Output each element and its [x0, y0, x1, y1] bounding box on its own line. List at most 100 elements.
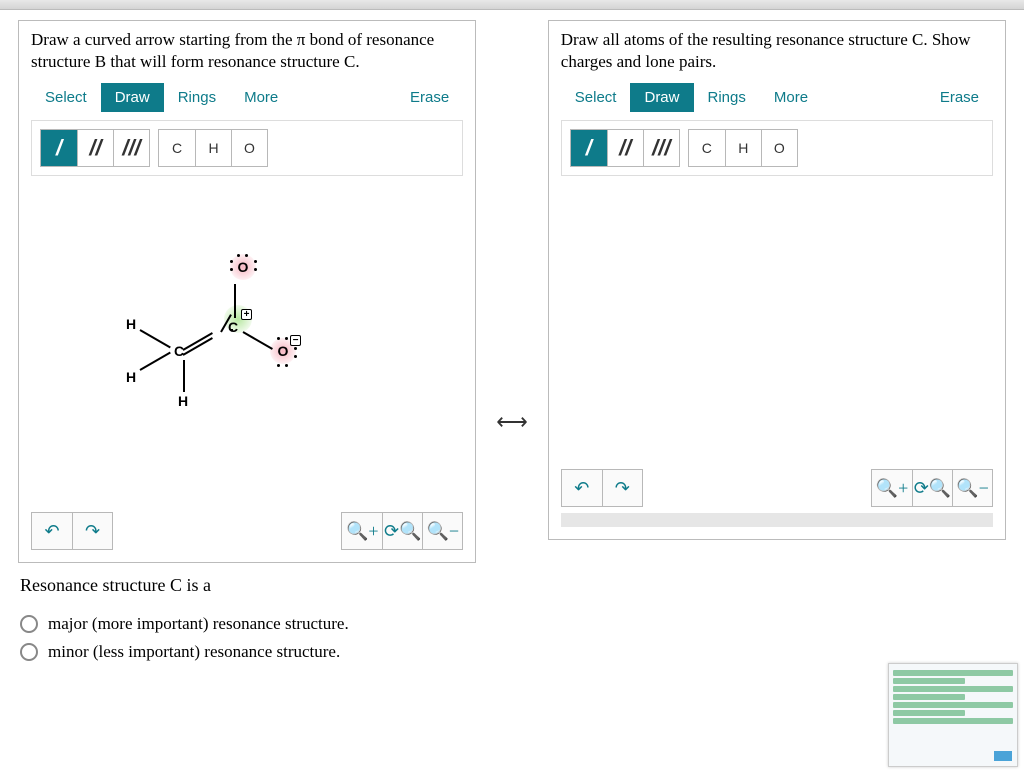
atom-h-topleft: H: [126, 316, 136, 332]
lone-pair-dot: [285, 364, 288, 367]
molecule-structure-b: O C O C H H H + −: [83, 229, 323, 449]
redo-button[interactable]: ↷: [72, 513, 112, 549]
footer-left: ↶ ↷ 🔍+ ⟳🔍 🔍−: [31, 512, 463, 550]
double-bond-tool[interactable]: //: [607, 130, 643, 166]
zoom-reset-button[interactable]: ⟳🔍: [912, 470, 952, 506]
drawing-canvas-left[interactable]: O C O C H H H + −: [31, 182, 463, 512]
option-minor[interactable]: minor (less important) resonance structu…: [20, 642, 1004, 662]
zoom-out-button[interactable]: 🔍−: [952, 470, 992, 506]
zoom-in-icon: 🔍+: [346, 521, 379, 542]
carbon-tool[interactable]: C: [689, 130, 725, 166]
question-title: Resonance structure C is a: [20, 575, 1004, 596]
tab-more[interactable]: More: [230, 83, 292, 112]
undo-button[interactable]: ↶: [32, 513, 72, 549]
thumbnail-preview[interactable]: [888, 663, 1018, 767]
bond: [183, 360, 185, 392]
undo-button[interactable]: ↶: [562, 470, 602, 506]
tab-draw[interactable]: Draw: [630, 83, 693, 112]
zoom-reset-icon: ⟳🔍: [384, 521, 422, 542]
single-bond-tool[interactable]: /: [41, 130, 77, 166]
option-label: minor (less important) resonance structu…: [48, 642, 340, 662]
lone-pair-dot: [254, 260, 257, 263]
bond: [140, 352, 171, 371]
atom-h-botleft: H: [126, 369, 136, 385]
panel-structure-c: Draw all atoms of the resulting resonanc…: [548, 20, 1006, 540]
zoom-in-icon: 🔍+: [876, 478, 909, 499]
resonance-arrow-icon: ⟷: [496, 409, 528, 435]
prompt-text-left: Draw a curved arrow starting from the π …: [31, 29, 463, 73]
undo-icon: ↶: [44, 521, 59, 542]
atom-h-bottom: H: [178, 393, 188, 409]
bond-tool-group: / // ///: [40, 129, 150, 167]
triple-bond-icon: ///: [122, 135, 140, 161]
atom-o-right: O: [278, 343, 289, 359]
horizontal-scrollbar[interactable]: [561, 513, 993, 527]
charge-minus: −: [290, 335, 301, 346]
window-top-bar: [0, 0, 1024, 10]
atom-c-left: C: [174, 343, 184, 359]
redo-button[interactable]: ↷: [602, 470, 642, 506]
history-group: ↶ ↷: [31, 512, 113, 550]
tab-select[interactable]: Select: [561, 83, 631, 112]
triple-bond-icon: ///: [652, 135, 670, 161]
double-bond-tool[interactable]: //: [77, 130, 113, 166]
erase-button[interactable]: Erase: [396, 83, 463, 112]
erase-button[interactable]: Erase: [926, 83, 993, 112]
history-group: ↶ ↷: [561, 469, 643, 507]
undo-icon: ↶: [574, 478, 589, 499]
option-major[interactable]: major (more important) resonance structu…: [20, 614, 1004, 634]
panel-structure-b: Draw a curved arrow starting from the π …: [18, 20, 476, 563]
radio-icon: [20, 643, 38, 661]
bond: [234, 284, 236, 318]
redo-icon: ↷: [85, 521, 100, 542]
oxygen-tool[interactable]: O: [231, 130, 267, 166]
redo-icon: ↷: [615, 478, 630, 499]
lone-pair-dot: [294, 347, 297, 350]
carbon-tool[interactable]: C: [159, 130, 195, 166]
mode-tabs-right: Select Draw Rings More Erase: [561, 83, 993, 112]
triple-bond-tool[interactable]: ///: [643, 130, 679, 166]
single-bond-tool[interactable]: /: [571, 130, 607, 166]
bond: [140, 329, 171, 348]
double-bond-icon: //: [619, 135, 631, 161]
bond-tool-group: / // ///: [570, 129, 680, 167]
zoom-out-icon: 🔍−: [426, 521, 459, 542]
option-label: major (more important) resonance structu…: [48, 614, 349, 634]
lone-pair-dot: [277, 364, 280, 367]
radio-icon: [20, 615, 38, 633]
zoom-in-button[interactable]: 🔍+: [342, 513, 382, 549]
zoom-group: 🔍+ ⟳🔍 🔍−: [871, 469, 993, 507]
editor-container: Draw a curved arrow starting from the π …: [0, 10, 1024, 567]
zoom-in-button[interactable]: 🔍+: [872, 470, 912, 506]
toolbar-left: / // /// C H O: [31, 120, 463, 176]
hydrogen-tool[interactable]: H: [195, 130, 231, 166]
tab-draw[interactable]: Draw: [101, 83, 164, 112]
tab-rings[interactable]: Rings: [694, 83, 760, 112]
single-bond-icon: /: [56, 135, 62, 161]
zoom-out-icon: 🔍−: [956, 478, 989, 499]
double-bond-icon: //: [89, 135, 101, 161]
atom-c-right: C: [228, 319, 238, 335]
drawing-canvas-right[interactable]: [561, 182, 993, 469]
toolbar-right: / // /// C H O: [561, 120, 993, 176]
bond: [183, 332, 213, 351]
zoom-out-button[interactable]: 🔍−: [422, 513, 462, 549]
lone-pair-dot: [294, 355, 297, 358]
triple-bond-tool[interactable]: ///: [113, 130, 149, 166]
mode-tabs-left: Select Draw Rings More Erase: [31, 83, 463, 112]
atom-tool-group: C H O: [158, 129, 268, 167]
hydrogen-tool[interactable]: H: [725, 130, 761, 166]
tab-rings[interactable]: Rings: [164, 83, 230, 112]
tab-more[interactable]: More: [760, 83, 822, 112]
zoom-group: 🔍+ ⟳🔍 🔍−: [341, 512, 463, 550]
charge-plus: +: [241, 309, 252, 320]
multiple-choice-question: Resonance structure C is a major (more i…: [0, 567, 1024, 662]
atom-o-top: O: [238, 259, 249, 275]
zoom-reset-button[interactable]: ⟳🔍: [382, 513, 422, 549]
zoom-reset-icon: ⟳🔍: [914, 478, 952, 499]
tab-select[interactable]: Select: [31, 83, 101, 112]
atom-tool-group: C H O: [688, 129, 798, 167]
oxygen-tool[interactable]: O: [761, 130, 797, 166]
footer-right: ↶ ↷ 🔍+ ⟳🔍 🔍−: [561, 469, 993, 507]
lone-pair-dot: [254, 268, 257, 271]
